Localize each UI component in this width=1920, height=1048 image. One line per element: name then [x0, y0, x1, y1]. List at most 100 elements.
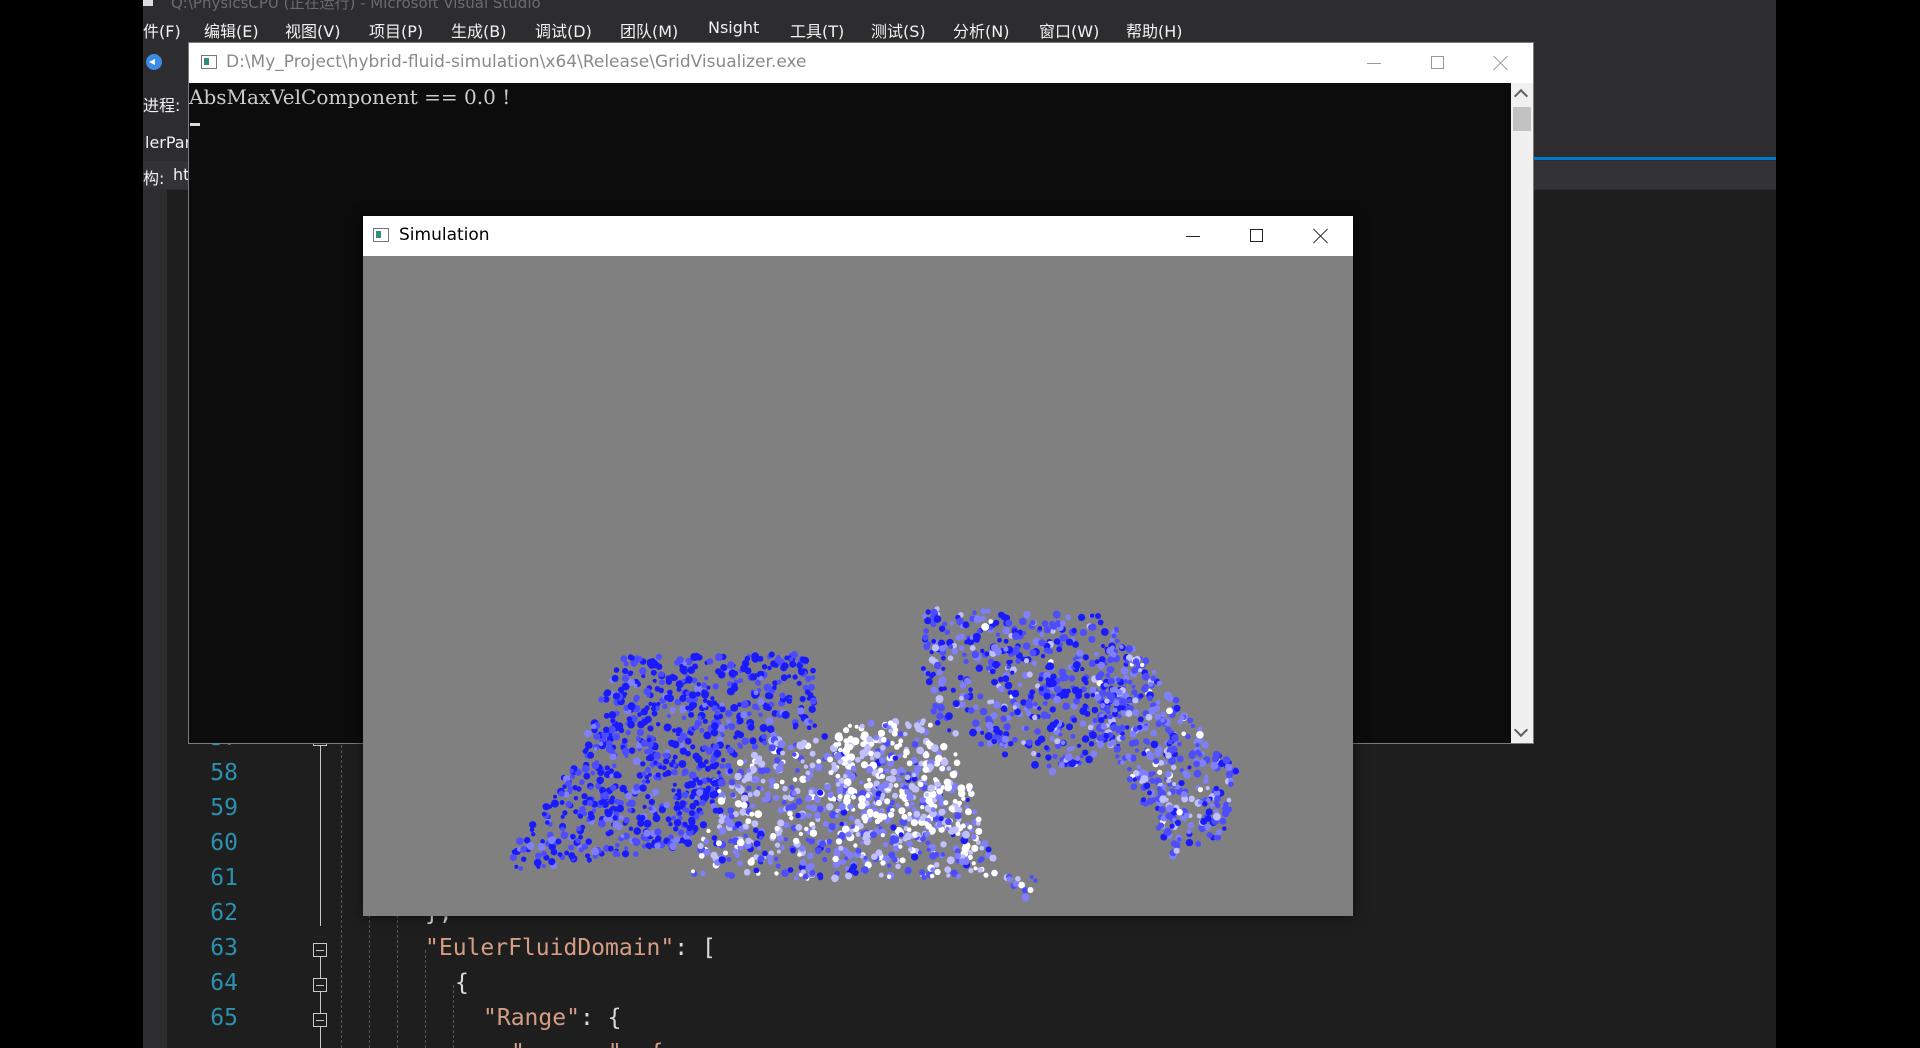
console-title-bar[interactable]: D:\My_Project\hybrid-fluid-simulation\x6… — [189, 43, 1533, 83]
back-icon[interactable] — [146, 54, 162, 70]
maximize-button[interactable] — [1225, 216, 1289, 256]
menu-window[interactable]: 窗口(W) — [1039, 18, 1099, 42]
simulation-title-bar[interactable]: Simulation — [363, 216, 1353, 256]
particle — [610, 784, 617, 792]
particle — [1107, 656, 1114, 664]
simulation-window[interactable]: Simulation — [363, 216, 1353, 916]
particle — [898, 738, 904, 744]
particle — [904, 785, 910, 790]
menu-tools[interactable]: 工具(T) — [790, 18, 844, 42]
menu-view[interactable]: 视图(V) — [285, 18, 340, 42]
particle — [730, 704, 739, 712]
menu-analyze[interactable]: 分析(N) — [953, 18, 1009, 42]
simulation-viewport[interactable] — [363, 256, 1353, 916]
particle — [673, 795, 678, 800]
particle — [687, 666, 695, 674]
particle — [757, 855, 765, 863]
particle — [900, 782, 905, 788]
particle — [889, 740, 895, 746]
scroll-down-icon[interactable] — [1513, 722, 1529, 738]
particle — [1012, 632, 1020, 640]
particle — [962, 830, 970, 839]
particle — [798, 668, 805, 676]
particle — [646, 661, 652, 667]
particle — [1130, 783, 1138, 791]
editor-left-margin — [155, 190, 167, 1048]
particle — [860, 734, 867, 741]
particle — [662, 703, 668, 710]
particle — [620, 655, 628, 663]
particle — [635, 736, 642, 742]
scroll-up-icon[interactable] — [1513, 88, 1529, 104]
minimize-button[interactable] — [1342, 43, 1406, 83]
particle — [962, 652, 967, 658]
menu-team[interactable]: 团队(M) — [620, 18, 678, 42]
particle — [946, 766, 952, 771]
particle — [924, 792, 929, 797]
collapse-icon[interactable] — [313, 978, 327, 992]
maximize-button[interactable] — [1406, 43, 1470, 83]
menu-edit[interactable]: 编辑(E) — [204, 18, 259, 42]
collapse-icon[interactable] — [313, 1013, 327, 1027]
particle — [641, 673, 646, 679]
scrollbar-thumb[interactable] — [1513, 107, 1531, 131]
particle — [1113, 745, 1121, 753]
particle — [1109, 638, 1114, 643]
particle — [643, 819, 652, 828]
particle — [1001, 735, 1009, 743]
particle — [758, 760, 766, 768]
particle — [1059, 634, 1067, 642]
menu-build[interactable]: 生成(B) — [451, 18, 506, 42]
particle — [573, 809, 578, 814]
menu-file[interactable]: 件(F) — [143, 18, 181, 42]
particle — [750, 803, 755, 809]
particle — [966, 787, 972, 793]
maximize-icon — [1250, 229, 1263, 242]
particle — [1062, 674, 1069, 682]
particle — [895, 863, 901, 870]
particle — [658, 671, 665, 678]
particle — [817, 789, 824, 796]
particle — [753, 690, 759, 696]
collapse-icon[interactable] — [313, 943, 327, 957]
menu-test[interactable]: 测试(S) — [871, 18, 926, 42]
minimize-button[interactable] — [1161, 216, 1225, 256]
particle — [655, 663, 663, 670]
particle — [565, 780, 572, 787]
particle — [835, 782, 841, 787]
particle — [560, 826, 566, 832]
particle — [623, 817, 630, 824]
maximize-icon — [1431, 56, 1444, 69]
code-line-64: { — [455, 970, 469, 996]
particle — [1003, 638, 1009, 644]
indent-guide — [341, 720, 342, 1048]
particle — [972, 719, 980, 727]
particle — [1143, 782, 1151, 790]
particle — [1084, 692, 1091, 699]
console-scrollbar[interactable] — [1511, 83, 1533, 743]
menu-debug[interactable]: 调试(D) — [535, 18, 592, 42]
particle — [887, 811, 895, 818]
particle — [1185, 838, 1194, 847]
particle — [1115, 677, 1121, 683]
particle — [529, 821, 537, 829]
particle — [938, 808, 946, 816]
particle — [1163, 827, 1172, 836]
particle — [961, 844, 970, 853]
arch-value[interactable]: ht — [173, 165, 189, 184]
particle — [696, 682, 701, 687]
menu-project[interactable]: 项目(P) — [369, 18, 423, 42]
particle — [812, 723, 817, 728]
particle — [1123, 679, 1128, 684]
menu-help[interactable]: 帮助(H) — [1126, 18, 1183, 42]
particle — [702, 718, 708, 724]
particle — [1039, 632, 1045, 637]
particle — [1176, 755, 1184, 763]
close-button[interactable] — [1289, 216, 1353, 256]
particle — [1196, 731, 1204, 739]
particle — [737, 860, 743, 867]
menu-nsight[interactable]: Nsight — [708, 18, 759, 37]
particle — [1189, 750, 1196, 757]
close-button[interactable] — [1469, 43, 1533, 83]
particle — [901, 813, 908, 820]
